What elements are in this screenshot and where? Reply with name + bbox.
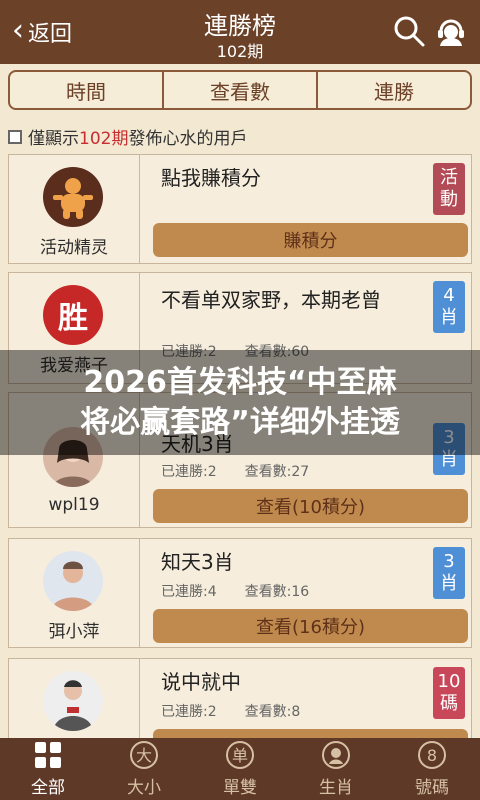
user-info: 弭小萍 <box>9 539 140 647</box>
user-info <box>9 659 140 739</box>
tag-line1: 活 <box>440 167 458 188</box>
filter-period: 102期 <box>79 129 129 149</box>
search-icon[interactable] <box>392 14 426 48</box>
grid-icon <box>35 742 61 768</box>
filter-checkbox[interactable] <box>8 129 22 144</box>
tag-line1: 4 <box>443 285 455 306</box>
tag-line2: 肖 <box>440 573 458 594</box>
tag-line1: 3 <box>443 551 455 572</box>
nav-label: 單雙 <box>223 778 257 798</box>
filter-prefix: 僅顯示 <box>28 129 79 149</box>
view-count: 查看數:8 <box>244 704 301 720</box>
category-tag: 4 肖 <box>433 281 465 333</box>
category-tag: 活 動 <box>433 163 465 215</box>
tag-line2: 肖 <box>440 307 458 328</box>
top-bar: ‹ 返回 連勝榜 102期 <box>0 0 480 64</box>
tab-streak[interactable]: 連勝 <box>318 72 470 108</box>
streak-count: 已連勝:2 <box>161 704 217 720</box>
banner-line2: 将必赢套路”详细外挂透 <box>80 405 400 440</box>
filter-suffix: 發佈心水的用戶 <box>128 129 248 149</box>
earn-points-button[interactable]: 賺積分 <box>153 223 468 257</box>
view-count: 查看數:27 <box>244 464 310 480</box>
nav-big-small[interactable]: 大 大小 <box>96 738 192 800</box>
post-title: 點我賺積分 <box>161 166 261 190</box>
post-stats: 已連勝:4 查看數:16 <box>161 581 309 601</box>
list-item[interactable]: 活动精灵 點我賺積分 賺積分 活 動 <box>8 154 472 264</box>
list-item[interactable]: 说中就中 已連勝:2 查看數:8 10 碼 <box>8 658 472 739</box>
tab-time[interactable]: 時間 <box>10 72 164 108</box>
banner-line1: 2026首发科技“中至麻 <box>83 365 397 400</box>
period-filter[interactable]: 僅顯示 102期 發佈心水的用戶 <box>8 124 247 149</box>
post-title: 说中就中 <box>161 670 241 694</box>
user-info: 活动精灵 <box>9 155 140 263</box>
avatar[interactable] <box>43 551 103 611</box>
username: wpl19 <box>48 495 100 515</box>
list-item[interactable]: 弭小萍 知天3肖 已連勝:4 查看數:16 查看(16積分) 3 肖 <box>8 538 472 648</box>
big-small-icon: 大 <box>130 741 158 769</box>
view-button[interactable]: 查看(16積分) <box>153 609 468 643</box>
streak-count: 已連勝:2 <box>161 464 217 480</box>
odd-even-glyph: 单 <box>232 746 248 765</box>
tag-line2: 碼 <box>440 693 458 714</box>
sort-tabs: 時間 查看數 連勝 <box>8 70 472 110</box>
category-tag: 10 碼 <box>433 667 465 719</box>
nav-all[interactable]: 全部 <box>0 738 96 800</box>
zodiac-icon <box>322 741 350 769</box>
username: 活动精灵 <box>40 238 108 258</box>
number-icon: 8 <box>418 741 446 769</box>
view-count: 查看數:16 <box>244 584 310 600</box>
nav-odd-even[interactable]: 单 單雙 <box>192 738 288 800</box>
tag-line2: 動 <box>440 189 458 210</box>
tag-line1: 10 <box>437 671 461 692</box>
nav-label: 大小 <box>127 778 161 798</box>
nav-label: 全部 <box>31 778 65 798</box>
post-stats: 已連勝:2 查看數:8 <box>161 701 300 721</box>
category-tag: 3 肖 <box>433 547 465 599</box>
nav-zodiac[interactable]: 生肖 <box>288 738 384 800</box>
overlay-banner: 2026首发科技“中至麻 将必赢套路”详细外挂透 <box>0 350 480 455</box>
avatar[interactable]: 胜 <box>43 285 103 345</box>
post-title: 不看单双家野，本期老曾 <box>161 288 381 312</box>
customer-service-icon[interactable] <box>434 14 468 48</box>
user-photo-icon <box>53 680 93 731</box>
user-photo-icon <box>51 561 95 611</box>
avatar[interactable] <box>43 671 103 731</box>
nav-label: 號碼 <box>415 778 449 798</box>
streak-count: 已連勝:4 <box>161 584 217 600</box>
avatar[interactable] <box>43 167 103 227</box>
nav-number[interactable]: 8 號碼 <box>384 738 480 800</box>
post-stats: 已連勝:2 查看數:27 <box>161 461 309 481</box>
username: 弭小萍 <box>48 622 100 642</box>
odd-even-icon: 单 <box>226 741 254 769</box>
nav-label: 生肖 <box>319 778 353 798</box>
tab-views[interactable]: 查看數 <box>164 72 318 108</box>
gingerbread-icon <box>53 178 93 219</box>
avatar-char: 胜 <box>58 301 88 336</box>
big-small-glyph: 大 <box>136 746 152 765</box>
bottom-nav: 全部 大 大小 单 單雙 生肖 8 號碼 <box>0 738 480 800</box>
post-title: 知天3肖 <box>161 550 234 574</box>
number-glyph: 8 <box>427 746 437 765</box>
view-button[interactable]: 查看(10積分) <box>153 489 468 523</box>
